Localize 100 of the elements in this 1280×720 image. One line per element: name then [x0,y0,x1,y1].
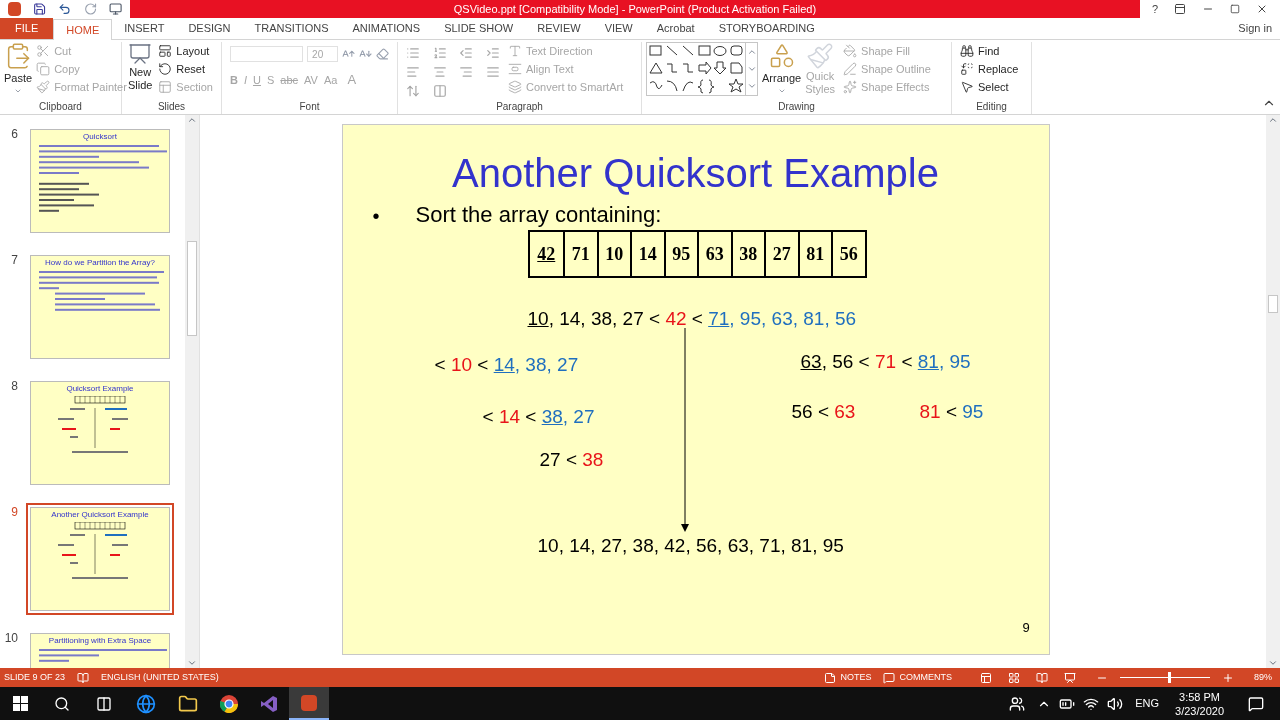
slideshow-icon[interactable] [108,2,122,16]
slide-number: 8 [10,378,18,395]
undo-icon[interactable] [58,2,72,16]
file-tab[interactable]: FILE [0,18,54,39]
ribbon-icon [508,44,522,58]
slideshow-icon[interactable] [1064,671,1076,684]
save-icon[interactable] [33,2,47,16]
start-icon[interactable] [13,696,28,711]
ribbon-tab[interactable]: SLIDE SHOW [432,18,526,39]
slide-text: 10, 14, 27, 38, 42, 56, 63, 71, 81, 95 [537,534,844,558]
ribbon-tab[interactable]: Acrobat [644,18,707,39]
ribbon-button[interactable]: Replace [956,60,1027,78]
ribbon-display-icon[interactable] [1174,3,1186,15]
ribbon-tab[interactable]: DESIGN [176,18,243,39]
clear-format-icon[interactable] [375,47,389,61]
spelling-icon[interactable] [77,671,90,684]
scrollbar-thumb[interactable] [187,241,197,336]
align-left-icon[interactable] [406,65,420,79]
normal-view-icon[interactable] [980,671,992,684]
slide-text: 27 < 38 [539,448,604,472]
browser-icon[interactable] [136,693,156,714]
scrollbar-thumb[interactable] [1268,295,1278,313]
ribbon-tab[interactable]: VIEW [592,18,645,39]
redo-icon[interactable] [83,2,97,16]
notes-button[interactable]: NOTES [824,670,872,685]
group-label: Font [298,100,321,114]
notification-icon[interactable] [1248,695,1264,712]
sorter-view-icon[interactable] [1008,671,1020,684]
sign-in-link[interactable]: Sign in [1230,18,1280,39]
zoom-thumb[interactable] [1168,672,1171,683]
ribbon-icon [843,62,858,76]
clock-date[interactable]: 3/23/2020 [1175,703,1224,718]
slide-text: Sort the array containing: [415,201,662,229]
task-view-icon[interactable] [96,695,112,712]
search-icon[interactable] [54,695,70,712]
numbering-icon[interactable] [432,46,447,60]
ribbon-icon [158,44,173,58]
scroll-down-icon[interactable] [187,658,197,668]
new-slide-icon [128,42,153,66]
ribbon-button[interactable]: Layout [154,42,217,60]
decrease-indent-icon[interactable] [459,46,473,60]
slide-text: < 10 < 14, 38, 27 [434,353,579,377]
slide-title: Another Quicksort Example [451,150,940,197]
bullet-icon: • [372,201,380,231]
columns-icon[interactable] [432,84,447,98]
volume-icon[interactable] [1107,695,1124,712]
clock-time[interactable]: 3:58 PM [1179,689,1220,704]
zoom-slider[interactable] [1120,672,1210,683]
align-right-icon[interactable] [459,65,473,79]
browser-icon[interactable] [220,694,238,713]
justify-icon[interactable] [485,65,500,79]
comments-button[interactable]: COMMENTS [883,670,952,685]
language-label: ENGLISH (UNITED STATES) [101,670,219,684]
slide-thumbnail[interactable]: Another Quicksort Example [26,503,174,615]
align-center-icon[interactable] [432,65,447,79]
ribbon-icon [843,44,858,58]
line-spacing-icon[interactable] [406,84,420,98]
input-language[interactable]: ENG [1135,695,1160,712]
scroll-down-icon[interactable] [1268,658,1278,668]
quick-styles-icon [806,42,835,70]
ribbon-tab[interactable]: HOME [53,19,113,40]
group-label: Slides [156,100,187,114]
restore-icon[interactable] [1230,4,1240,14]
ribbon-icon [508,62,522,76]
zoom-level[interactable]: 89% [1254,670,1272,685]
scroll-up-icon[interactable] [1268,115,1278,125]
scrollbar[interactable] [1266,115,1280,668]
ribbon-button[interactable]: Select [956,78,1027,96]
scroll-down-icon[interactable] [746,64,757,74]
close-icon[interactable] [1256,3,1268,15]
arrange-button[interactable]: Arrange [762,42,802,96]
slide-text: 10, 14, 38, 27 < 42 < 71, 95, 63, 81, 56 [527,307,857,331]
ribbon-icon [158,62,173,76]
reading-view-icon[interactable] [1036,671,1048,684]
zoom-in-icon[interactable] [1222,671,1234,684]
code-editor-icon[interactable] [260,694,278,713]
ribbon-tab[interactable]: INSERT [112,18,177,39]
scrollbar[interactable] [185,115,199,668]
slide-text: 63, 56 < 71 < 81, 95 [800,350,971,374]
people-icon[interactable] [1009,695,1026,712]
slide-text: 81 < 95 [919,400,984,424]
bullets-icon[interactable] [406,46,420,60]
ribbon-tab[interactable]: TRANSITIONS [242,18,341,39]
array-cell: 71 [563,232,597,276]
folder-icon[interactable] [178,693,198,714]
ribbon-tab[interactable]: REVIEW [525,18,593,39]
ribbon-tab[interactable]: STORYBOARDING [706,18,827,39]
shapes-gallery[interactable] [646,42,758,96]
ribbon-button[interactable]: Reset [154,60,217,78]
help-button[interactable]: ? [1151,0,1158,18]
font-name-field[interactable] [230,46,304,62]
ribbon-tab[interactable]: ANIMATIONS [340,18,433,39]
array-cell: 95 [663,232,697,276]
presentation-app-icon[interactable] [289,687,329,720]
ribbon-icon [36,44,51,58]
increase-indent-icon[interactable] [485,46,500,60]
scroll-up-icon[interactable] [187,115,197,125]
ribbon-button[interactable]: Find [956,42,1027,60]
paste-button[interactable]: Paste [4,42,33,96]
thumbnail-title: Partitioning with Extra Space [47,636,153,646]
